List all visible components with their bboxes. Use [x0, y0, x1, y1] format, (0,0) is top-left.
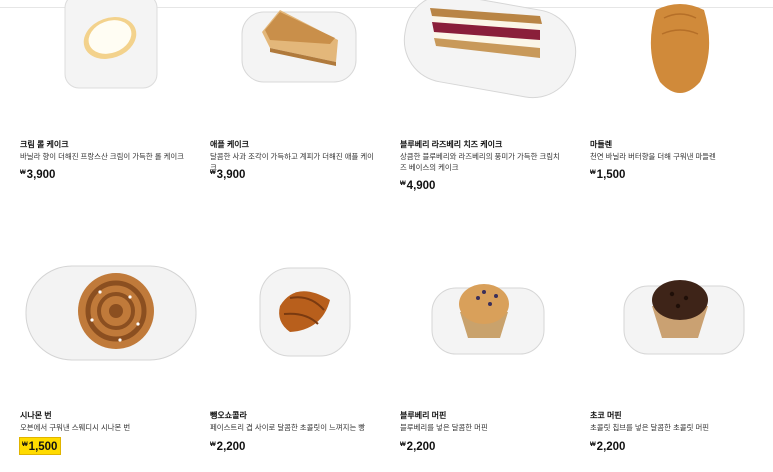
- product-description: 오븐에서 구워낸 스웨디시 시나몬 번: [20, 423, 131, 432]
- product-price-highlighted: ₩1,500: [18, 437, 62, 455]
- product-price: ₩3,900: [210, 169, 246, 181]
- product-card[interactable]: 애플 케이크 달콤한 사과 조각이 가득하고 계피가 더해진 애플 케이크 ₩3…: [210, 0, 400, 190]
- product-card[interactable]: 블루베리 라즈베리 치즈 케이크 상큼한 블루베리와 라즈베리의 풍미가 가득한…: [400, 0, 590, 192]
- product-grid: 크림 롤 케이크 바닐라 향이 더해진 프랑스산 크림이 가득한 롤 케이크 ₩…: [0, 0, 773, 472]
- product-name[interactable]: 시나몬 번: [20, 411, 52, 421]
- product-name[interactable]: 초코 머핀: [590, 411, 622, 421]
- product-card[interactable]: 뺑오쇼콜라 페이스트리 겹 사이로 달콤한 초콜릿이 느껴지는 빵 ₩2,200: [210, 252, 400, 462]
- product-name[interactable]: 크림 롤 케이크: [20, 140, 69, 150]
- apple-cake-image[interactable]: [210, 0, 390, 120]
- product-card[interactable]: 블루베리 머핀 블루베리를 넣은 달콤한 머핀 ₩2,200: [400, 252, 590, 462]
- product-description: 초콜릿 칩브를 넣은 달콤한 초콜릿 머핀: [590, 423, 710, 432]
- cheesecake-image[interactable]: [400, 0, 580, 120]
- product-name[interactable]: 마들렌: [590, 140, 612, 150]
- chocolate-muffin-image[interactable]: [590, 252, 770, 372]
- product-price: ₩1,500: [590, 169, 626, 181]
- product-name[interactable]: 뺑오쇼콜라: [210, 411, 247, 421]
- product-price: ₩4,900: [400, 180, 436, 192]
- blueberry-muffin-image[interactable]: [400, 252, 580, 372]
- product-description: 블루베리를 넣은 달콤한 머핀: [400, 423, 488, 432]
- product-price: ₩3,900: [20, 169, 56, 181]
- product-price: ₩2,200: [590, 441, 626, 453]
- pain-au-chocolat-image[interactable]: [210, 252, 390, 372]
- product-description: 페이스트리 겹 사이로 달콤한 초콜릿이 느껴지는 빵: [210, 423, 366, 432]
- cream-roll-cake-image[interactable]: [20, 0, 200, 120]
- product-card[interactable]: 초코 머핀 초콜릿 칩브를 넣은 달콤한 초콜릿 머핀 ₩2,200: [590, 252, 773, 462]
- product-description: 천연 바닐라 버터향을 더해 구워낸 마들렌: [590, 152, 716, 161]
- product-description: 바닐라 향이 더해진 프랑스산 크림이 가득한 롤 케이크: [20, 152, 184, 161]
- product-card[interactable]: 시나몬 번 오븐에서 구워낸 스웨디시 시나몬 번 ₩1,500: [18, 252, 210, 462]
- product-card[interactable]: 마들렌 천연 바닐라 버터향을 더해 구워낸 마들렌 ₩1,500: [590, 0, 773, 190]
- product-card[interactable]: 크림 롤 케이크 바닐라 향이 더해진 프랑스산 크림이 가득한 롤 케이크 ₩…: [20, 0, 210, 190]
- product-name[interactable]: 블루베리 라즈베리 치즈 케이크: [400, 140, 502, 150]
- product-price: ₩2,200: [400, 441, 436, 453]
- product-name[interactable]: 블루베리 머핀: [400, 411, 446, 421]
- product-price: ₩2,200: [210, 441, 246, 453]
- product-name[interactable]: 애플 케이크: [210, 140, 249, 150]
- product-description: 상큼한 블루베리와 라즈베리의 풍미가 가득한 크림치즈 베이스의 케이크: [400, 152, 560, 172]
- madeleine-image[interactable]: [590, 0, 770, 120]
- cinnamon-bun-image[interactable]: [20, 252, 200, 372]
